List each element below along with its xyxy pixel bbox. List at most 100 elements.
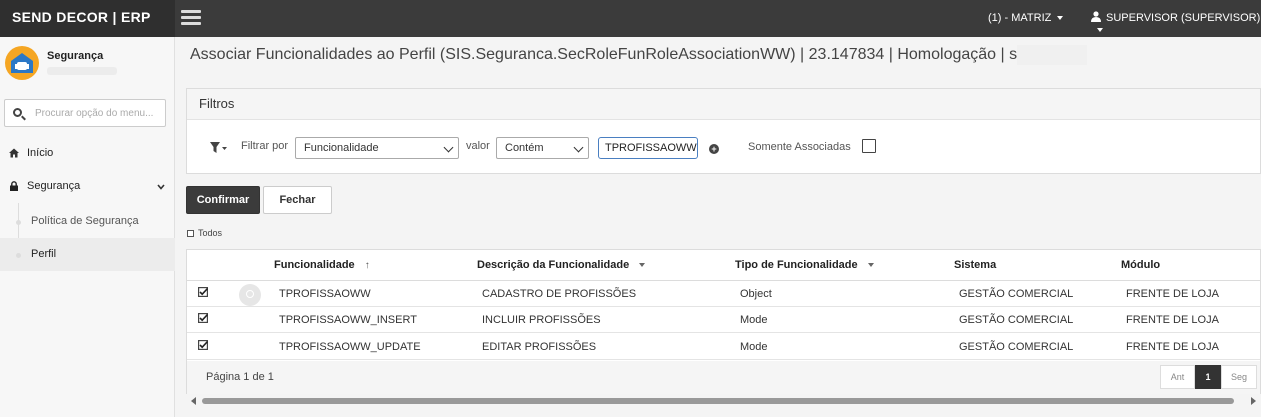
close-button[interactable]: Fechar (263, 186, 332, 214)
menu-search-input[interactable] (35, 105, 160, 121)
cell-sistema: GESTÃO COMERCIAL (959, 314, 1074, 326)
col-funcionalidade[interactable]: Funcionalidade ↑ (274, 259, 370, 271)
sidebar-subitem-label: Perfil (31, 248, 57, 260)
column-label: Funcionalidade (274, 259, 355, 271)
filters-header: Filtros (187, 89, 1260, 120)
sidebar: Segurança Início Segurança Política de S… (0, 37, 175, 417)
table-row[interactable]: TPROFISSAOWW_INSERT INCLUIR PROFISSÕES M… (187, 307, 1260, 333)
home-icon (9, 148, 19, 158)
confirm-button[interactable]: Confirmar (186, 186, 260, 214)
cell-modulo: FRENTE DE LOJA (1126, 341, 1219, 353)
sidebar-item-politica-seguranca[interactable]: Política de Segurança (0, 205, 175, 238)
cell-tipo: Mode (740, 341, 768, 353)
cell-funcionalidade: TPROFISSAOWW_INSERT (279, 314, 417, 326)
table-row[interactable]: TPROFISSAOWW_UPDATE EDITAR PROFISSÕES Mo… (187, 334, 1260, 360)
user-icon (1091, 11, 1101, 22)
select-all[interactable]: Todos (187, 228, 222, 238)
user-label: SUPERVISOR (SUPERVISOR) (1106, 12, 1261, 24)
sidebar-item-inicio[interactable]: Início (0, 137, 175, 170)
cell-sistema: GESTÃO COMERCIAL (959, 288, 1074, 300)
column-label: Sistema (954, 259, 997, 271)
top-bar: SEND DECOR | ERP (1) - MATRIZ SUPERVISOR… (0, 0, 1261, 37)
sort-caret-icon (867, 263, 874, 268)
column-label: Módulo (1121, 259, 1161, 271)
chevron-down-icon (1097, 28, 1103, 33)
page-info: Página 1 de 1 (206, 371, 274, 383)
company-label: (1) - MATRIZ (988, 12, 1052, 24)
module-subtitle (47, 67, 117, 75)
chevron-down-icon (443, 142, 454, 153)
user-menu[interactable]: SUPERVISOR (SUPERVISOR) (1091, 11, 1261, 36)
sort-caret-icon (639, 263, 646, 268)
filter-funnel-icon[interactable] (210, 142, 228, 154)
pagination-bar: Página 1 de 1 (187, 361, 1260, 394)
prev-page-button[interactable]: Ant (1160, 365, 1195, 389)
company-selector[interactable]: (1) - MATRIZ (988, 12, 1064, 24)
lock-icon (10, 181, 18, 191)
brand-logo[interactable]: SEND DECOR | ERP (0, 0, 175, 37)
filter-row: Filtrar por Funcionalidade valor Contém … (187, 120, 1260, 174)
col-modulo[interactable]: Módulo (1121, 259, 1160, 271)
cell-descricao: INCLUIR PROFISSÕES (482, 314, 601, 326)
sidebar-subitem-label: Política de Segurança (31, 215, 139, 227)
horizontal-scrollbar[interactable] (186, 396, 1261, 406)
next-page-button[interactable]: Seg (1221, 365, 1257, 389)
module-title: Segurança (47, 50, 104, 62)
cell-modulo: FRENTE DE LOJA (1126, 288, 1219, 300)
chevron-down-icon (157, 184, 165, 190)
row-checkbox-checked-icon[interactable] (198, 287, 208, 297)
select-all-checkbox[interactable] (187, 230, 194, 238)
module-logo-icon (5, 46, 39, 80)
sidebar-item-perfil[interactable]: Perfil (0, 238, 175, 271)
scrollbar-thumb[interactable] (202, 398, 1234, 404)
sidebar-item-label: Início (27, 147, 54, 159)
row-checkbox-checked-icon[interactable] (198, 313, 208, 323)
view-details-icon[interactable] (239, 284, 261, 306)
add-filter-icon[interactable]: + (709, 144, 719, 154)
menu-toggle-icon[interactable] (181, 10, 201, 26)
filter-field-select[interactable]: Funcionalidade (295, 137, 459, 159)
menu-search[interactable] (4, 99, 166, 127)
cell-funcionalidade: TPROFISSAOWW_UPDATE (279, 341, 421, 353)
filter-by-label: Filtrar por (241, 140, 289, 152)
sidebar-item-seguranca[interactable]: Segurança (0, 170, 175, 203)
sidebar-header: Segurança (0, 37, 175, 85)
scroll-left-icon[interactable] (191, 397, 196, 405)
filters-panel: Filtros Filtrar por Funcionalidade valor… (186, 88, 1261, 174)
only-associated-checkbox[interactable] (862, 139, 876, 153)
cell-tipo: Mode (740, 314, 768, 326)
grid-header: Funcionalidade ↑ Descrição da Funcionalid… (187, 250, 1260, 281)
only-associated-label: Somente Associadas (748, 141, 851, 153)
operator-select[interactable]: Contém (496, 137, 589, 159)
cell-descricao: CADASTRO DE PROFISSÕES (482, 288, 637, 300)
table-row[interactable]: TPROFISSAOWW CADASTRO DE PROFISSÕES Obje… (187, 281, 1260, 307)
col-tipo[interactable]: Tipo de Funcionalidade (735, 259, 874, 271)
cell-funcionalidade: TPROFISSAOWW (279, 288, 371, 300)
page-title: Associar Funcionalidades ao Perfil (SIS.… (190, 45, 1088, 65)
cell-sistema: GESTÃO COMERCIAL (959, 341, 1074, 353)
value-label: valor (466, 140, 490, 152)
filter-value-input[interactable]: TPROFISSAOWW (598, 137, 698, 159)
tree-dot (16, 220, 21, 225)
tree-dot (16, 253, 21, 258)
column-label: Descrição da Funcionalidade (477, 259, 630, 271)
operator-value: Contém (505, 142, 544, 154)
scroll-right-icon[interactable] (1251, 397, 1256, 405)
col-sistema[interactable]: Sistema (954, 259, 996, 271)
cell-descricao: EDITAR PROFISSÕES (482, 341, 597, 353)
row-checkbox-checked-icon[interactable] (198, 340, 208, 350)
filter-value-text: TPROFISSAOWW (605, 142, 697, 154)
chevron-down-icon (1057, 16, 1064, 21)
select-all-label: Todos (198, 228, 223, 238)
cell-modulo: FRENTE DE LOJA (1126, 314, 1219, 326)
page-1-button[interactable]: 1 (1195, 365, 1221, 389)
sidebar-item-label: Segurança (27, 180, 81, 192)
col-descricao[interactable]: Descrição da Funcionalidade (477, 259, 646, 271)
functionality-grid: Funcionalidade ↑ Descrição da Funcionalid… (186, 249, 1261, 394)
filter-field-value: Funcionalidade (304, 142, 379, 154)
search-icon (13, 108, 22, 117)
cell-tipo: Object (740, 288, 772, 300)
page-title-text: Associar Funcionalidades ao Perfil (SIS.… (190, 46, 1018, 64)
column-label: Tipo de Funcionalidade (735, 259, 858, 271)
sort-asc-icon: ↑ (364, 260, 370, 271)
